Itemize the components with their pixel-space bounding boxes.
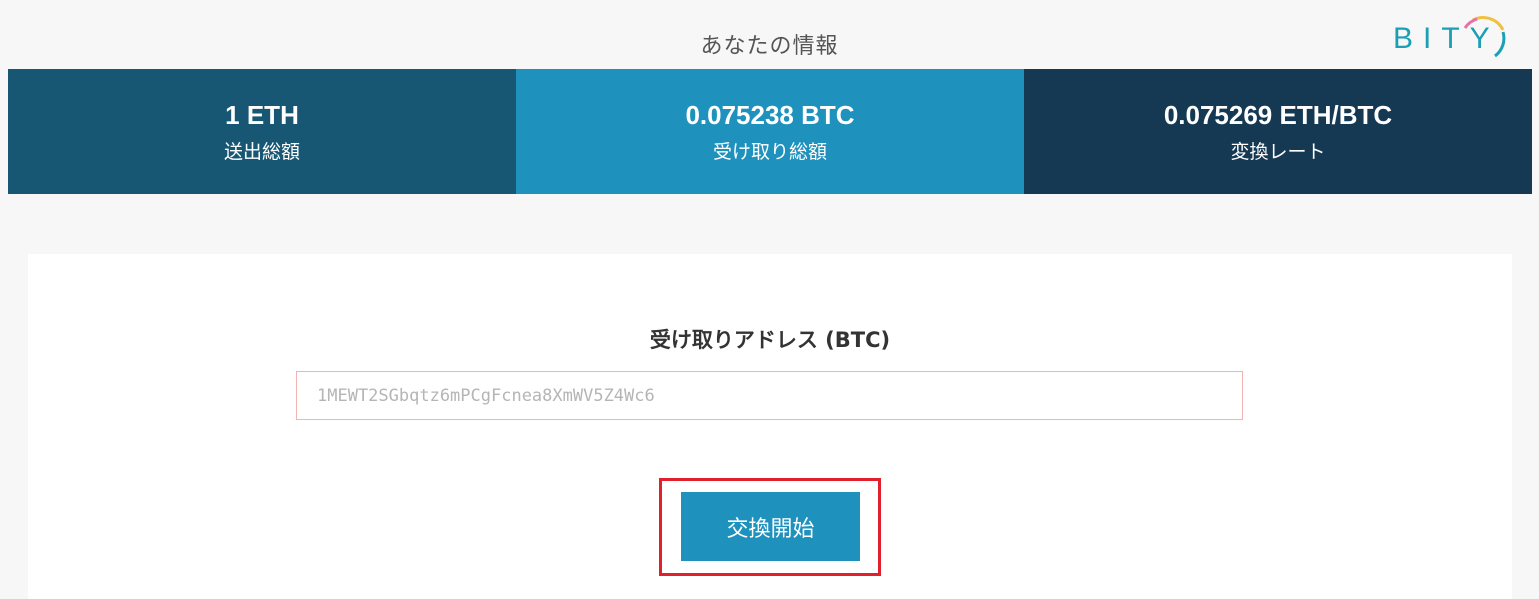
stat-label: 変換レート — [1230, 141, 1326, 163]
stat-exchange-rate: 0.075269 ETH/BTC 変換レート — [1024, 69, 1532, 194]
page-title: あなたの情報 — [700, 34, 839, 59]
logo-y-icon — [1463, 16, 1506, 58]
stat-value: 0.075269 ETH/BTC — [1163, 100, 1393, 130]
address-card: 受け取りアドレス (BTC) 交換開始 — [28, 254, 1512, 599]
stat-value: 0.075238 BTC — [685, 100, 855, 130]
stat-label: 送出総額 — [223, 141, 300, 163]
bity-logo[interactable]: BITY — [1393, 14, 1513, 60]
stat-received-total: 0.075238 BTC 受け取り総額 — [516, 69, 1024, 194]
start-exchange-button[interactable]: 交換開始 — [681, 492, 860, 561]
page: あなたの情報 BITY 1 ETH 送出総額 0.075238 BTC 受け取り… — [0, 0, 1539, 599]
stat-value: 1 ETH — [225, 100, 299, 130]
stats-bar: 1 ETH 送出総額 0.075238 BTC 受け取り総額 0.075269 … — [8, 69, 1532, 194]
stat-sent-total: 1 ETH 送出総額 — [8, 69, 516, 194]
stat-label: 受け取り総額 — [712, 141, 827, 163]
address-input[interactable] — [296, 371, 1243, 420]
address-label: 受け取りアドレス (BTC) — [649, 328, 891, 352]
